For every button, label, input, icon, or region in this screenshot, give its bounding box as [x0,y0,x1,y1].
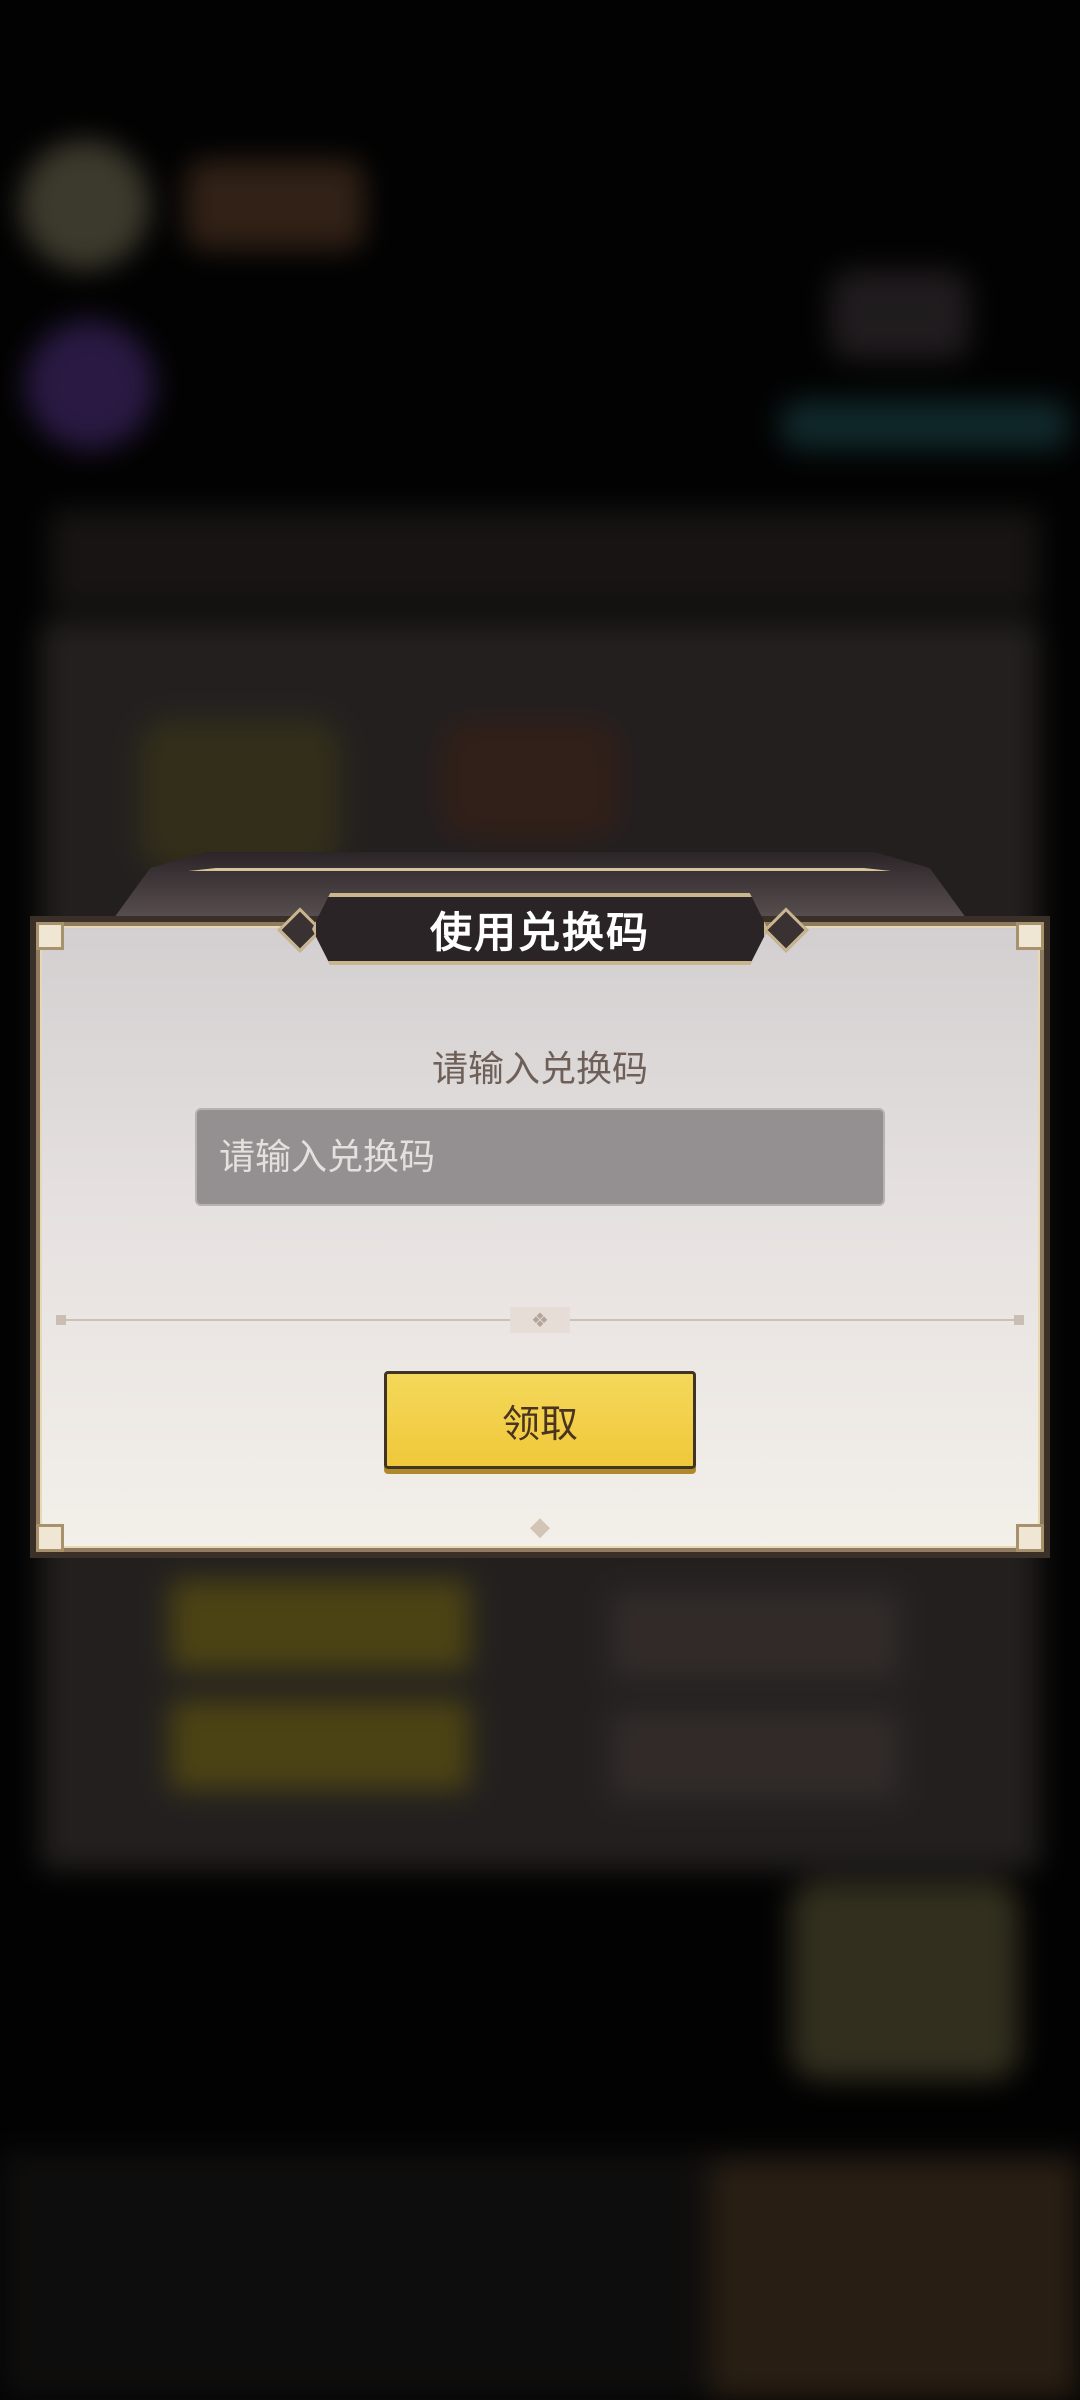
prompt-label: 请输入兑换码 [431,1049,648,1090]
divider-end [1014,1315,1024,1325]
bottom-ornament-icon: ◆ [530,1512,550,1542]
divider-ornament-icon: ❖ [510,1307,570,1333]
dialog-title: 使用兑换码 [429,907,650,957]
frame-corner [1016,1524,1044,1552]
redeem-code-input[interactable] [195,1108,885,1206]
frame-corner [36,922,64,950]
frame-corner [1016,922,1044,950]
frame-corner [36,1524,64,1552]
divider-end [56,1315,66,1325]
dialog-title-plate: 使用兑换码 [312,893,768,965]
claim-button[interactable]: 领取 [384,1371,696,1469]
